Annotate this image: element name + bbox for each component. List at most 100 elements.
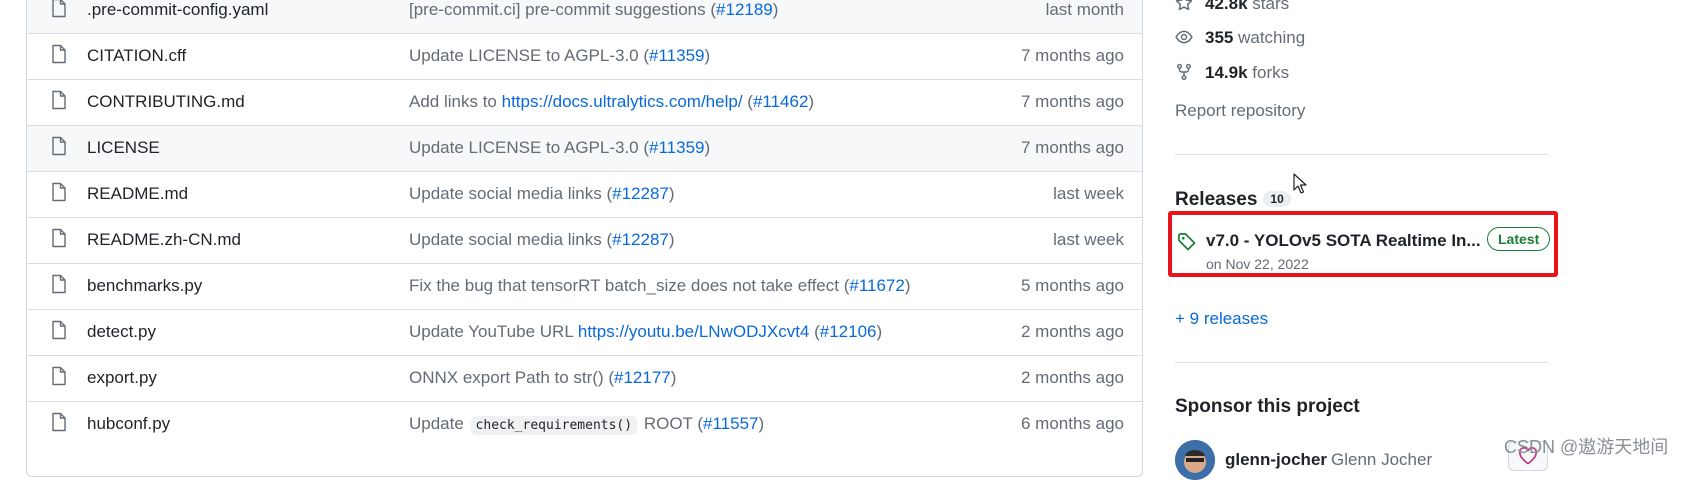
report-repository-link[interactable]: Report repository — [1175, 101, 1305, 121]
pull-request-link[interactable]: #12287 — [612, 184, 669, 203]
pull-request-link[interactable]: #12287 — [612, 230, 669, 249]
file-icon — [52, 412, 66, 432]
commit-message-text[interactable]: Update social media links ( — [409, 184, 612, 203]
commit-url-link[interactable]: https://docs.ultralytics.com/help/ — [502, 92, 743, 111]
file-name[interactable]: LICENSE — [87, 138, 160, 158]
table-row[interactable]: .pre-commit-config.yaml [pre-commit.ci] p… — [27, 0, 1142, 33]
file-icon — [52, 0, 66, 18]
commit-message-text[interactable]: Update — [409, 414, 469, 433]
commit-message-text[interactable]: ) — [808, 92, 814, 111]
table-row[interactable]: detect.py Update YouTube URL https://yout… — [27, 309, 1142, 355]
commit-message-text[interactable]: ) — [671, 368, 677, 387]
commit-message-text[interactable]: ) — [877, 322, 883, 341]
table-row[interactable]: benchmarks.py Fix the bug that tensorRT b… — [27, 263, 1142, 309]
commit-message[interactable]: Add links to https://docs.ultralytics.co… — [409, 92, 814, 112]
commit-age: last week — [1053, 184, 1124, 203]
commit-message-text[interactable]: [pre-commit.ci] pre-commit suggestions ( — [409, 0, 716, 19]
commit-message-text[interactable]: ) — [773, 0, 779, 19]
pull-request-link[interactable]: #12189 — [716, 0, 773, 19]
file-icon — [52, 90, 66, 110]
file-name[interactable]: benchmarks.py — [87, 276, 202, 296]
commit-message-text[interactable]: ( — [809, 322, 820, 341]
commit-message-text[interactable]: Update LICENSE to AGPL-3.0 ( — [409, 46, 649, 65]
sidebar-divider — [1175, 154, 1547, 155]
pull-request-link[interactable]: #11359 — [649, 138, 704, 157]
releases-heading[interactable]: Releases 10 — [1175, 189, 1291, 211]
commit-message[interactable]: Update social media links (#12287) — [409, 184, 675, 204]
commit-url-link[interactable]: https://youtu.be/LNwODJXcvt4 — [578, 322, 810, 341]
commit-message[interactable]: Update LICENSE to AGPL-3.0 (#11359) — [409, 138, 710, 158]
commit-message-text[interactable]: Add links to — [409, 92, 502, 111]
commit-message-text[interactable]: ) — [704, 46, 710, 65]
file-icon — [52, 320, 66, 340]
commit-age: last week — [1053, 230, 1124, 249]
commit-message[interactable]: Update check_requirements() ROOT (#11557… — [409, 414, 764, 435]
file-name[interactable]: CONTRIBUTING.md — [87, 92, 245, 112]
sponsor-login[interactable]: glenn-jocher Glenn Jocher — [1225, 450, 1432, 470]
table-row[interactable]: CITATION.cff Update LICENSE to AGPL-3.0 (… — [27, 33, 1142, 79]
commit-message-text[interactable]: Fix the bug that tensorRT batch_size doe… — [409, 276, 849, 295]
file-name[interactable]: CITATION.cff — [87, 46, 186, 66]
sponsor-item[interactable]: glenn-jocher Glenn Jocher — [1175, 440, 1547, 480]
commit-message-text[interactable]: ) — [758, 414, 764, 433]
commit-age: 2 months ago — [1020, 368, 1124, 387]
commit-message[interactable]: Fix the bug that tensorRT batch_size doe… — [409, 276, 911, 296]
star-icon — [1175, 0, 1193, 11]
commit-message-text[interactable]: ONNX export Path to str() ( — [409, 368, 614, 387]
repo-forked-icon — [1176, 63, 1192, 81]
commit-message[interactable]: Update LICENSE to AGPL-3.0 (#11359) — [409, 46, 710, 66]
table-row[interactable]: LICENSE Update LICENSE to AGPL-3.0 (#1135… — [27, 125, 1142, 171]
table-row[interactable]: hubconf.py Update check_requirements() RO… — [27, 401, 1142, 447]
table-row[interactable]: CONTRIBUTING.md Add links to https://docs… — [27, 79, 1142, 125]
commit-age: 7 months ago — [1020, 46, 1124, 65]
commit-message-text[interactable]: Update LICENSE to AGPL-3.0 ( — [409, 138, 649, 157]
commit-message-text[interactable]: ) — [669, 184, 675, 203]
inline-code: check_requirements() — [470, 416, 638, 435]
commit-message[interactable]: Update social media links (#12287) — [409, 230, 675, 250]
sidebar-divider — [1175, 362, 1547, 363]
pull-request-link[interactable]: #11672 — [849, 276, 904, 295]
pull-request-link[interactable]: #12177 — [614, 368, 671, 387]
commit-message-text[interactable]: ) — [669, 230, 675, 249]
pull-request-link[interactable]: #12106 — [820, 322, 877, 341]
commit-age: 2 months ago — [1020, 322, 1124, 341]
file-icon — [52, 44, 66, 64]
commit-message-text[interactable]: ) — [704, 138, 710, 157]
file-name[interactable]: detect.py — [87, 322, 156, 342]
more-releases-link[interactable]: + 9 releases — [1175, 309, 1268, 329]
commit-message-text[interactable]: ) — [905, 276, 911, 295]
file-name[interactable]: .pre-commit-config.yaml — [87, 0, 268, 20]
file-name[interactable]: README.md — [87, 184, 188, 204]
watermark: CSDN @遨游天地间 — [1504, 437, 1669, 457]
commit-message-text[interactable]: Update YouTube URL — [409, 322, 578, 341]
file-name[interactable]: README.zh-CN.md — [87, 230, 241, 250]
pull-request-link[interactable]: #11462 — [753, 92, 808, 111]
commit-age: 7 months ago — [1020, 138, 1124, 157]
file-name[interactable]: export.py — [87, 368, 157, 388]
mouse-pointer-icon — [1293, 173, 1307, 194]
table-row[interactable]: README.md Update social media links (#122… — [27, 171, 1142, 217]
pull-request-link[interactable]: #11359 — [649, 46, 704, 65]
file-icon — [52, 136, 66, 156]
commit-message-text[interactable]: Update social media links ( — [409, 230, 612, 249]
releases-count-badge: 10 — [1263, 191, 1291, 207]
commit-message-text[interactable]: ROOT ( — [639, 414, 703, 433]
forks-stat[interactable]: 14.9k forks — [1175, 63, 1289, 83]
table-row[interactable]: README.zh-CN.md Update social media links… — [27, 217, 1142, 263]
commit-age: 5 months ago — [1020, 276, 1124, 295]
file-list: .pre-commit-config.yaml [pre-commit.ci] p… — [26, 0, 1143, 477]
file-name[interactable]: hubconf.py — [87, 414, 170, 434]
commit-message[interactable]: Update YouTube URL https://youtu.be/LNwO… — [409, 322, 882, 342]
file-icon — [52, 182, 66, 202]
watching-stat[interactable]: 355 watching — [1175, 28, 1305, 48]
commit-message[interactable]: [pre-commit.ci] pre-commit suggestions (… — [409, 0, 778, 20]
commit-age: last month — [1045, 0, 1124, 19]
commit-age: 6 months ago — [1020, 414, 1124, 433]
commit-message[interactable]: ONNX export Path to str() (#12177) — [409, 368, 676, 388]
pull-request-link[interactable]: #11557 — [703, 414, 758, 433]
file-icon — [52, 274, 66, 294]
stars-stat[interactable]: 42.8k stars — [1175, 0, 1289, 14]
avatar[interactable] — [1175, 440, 1215, 480]
commit-message-text[interactable]: ( — [743, 92, 753, 111]
table-row[interactable]: export.py ONNX export Path to str() (#121… — [27, 355, 1142, 401]
